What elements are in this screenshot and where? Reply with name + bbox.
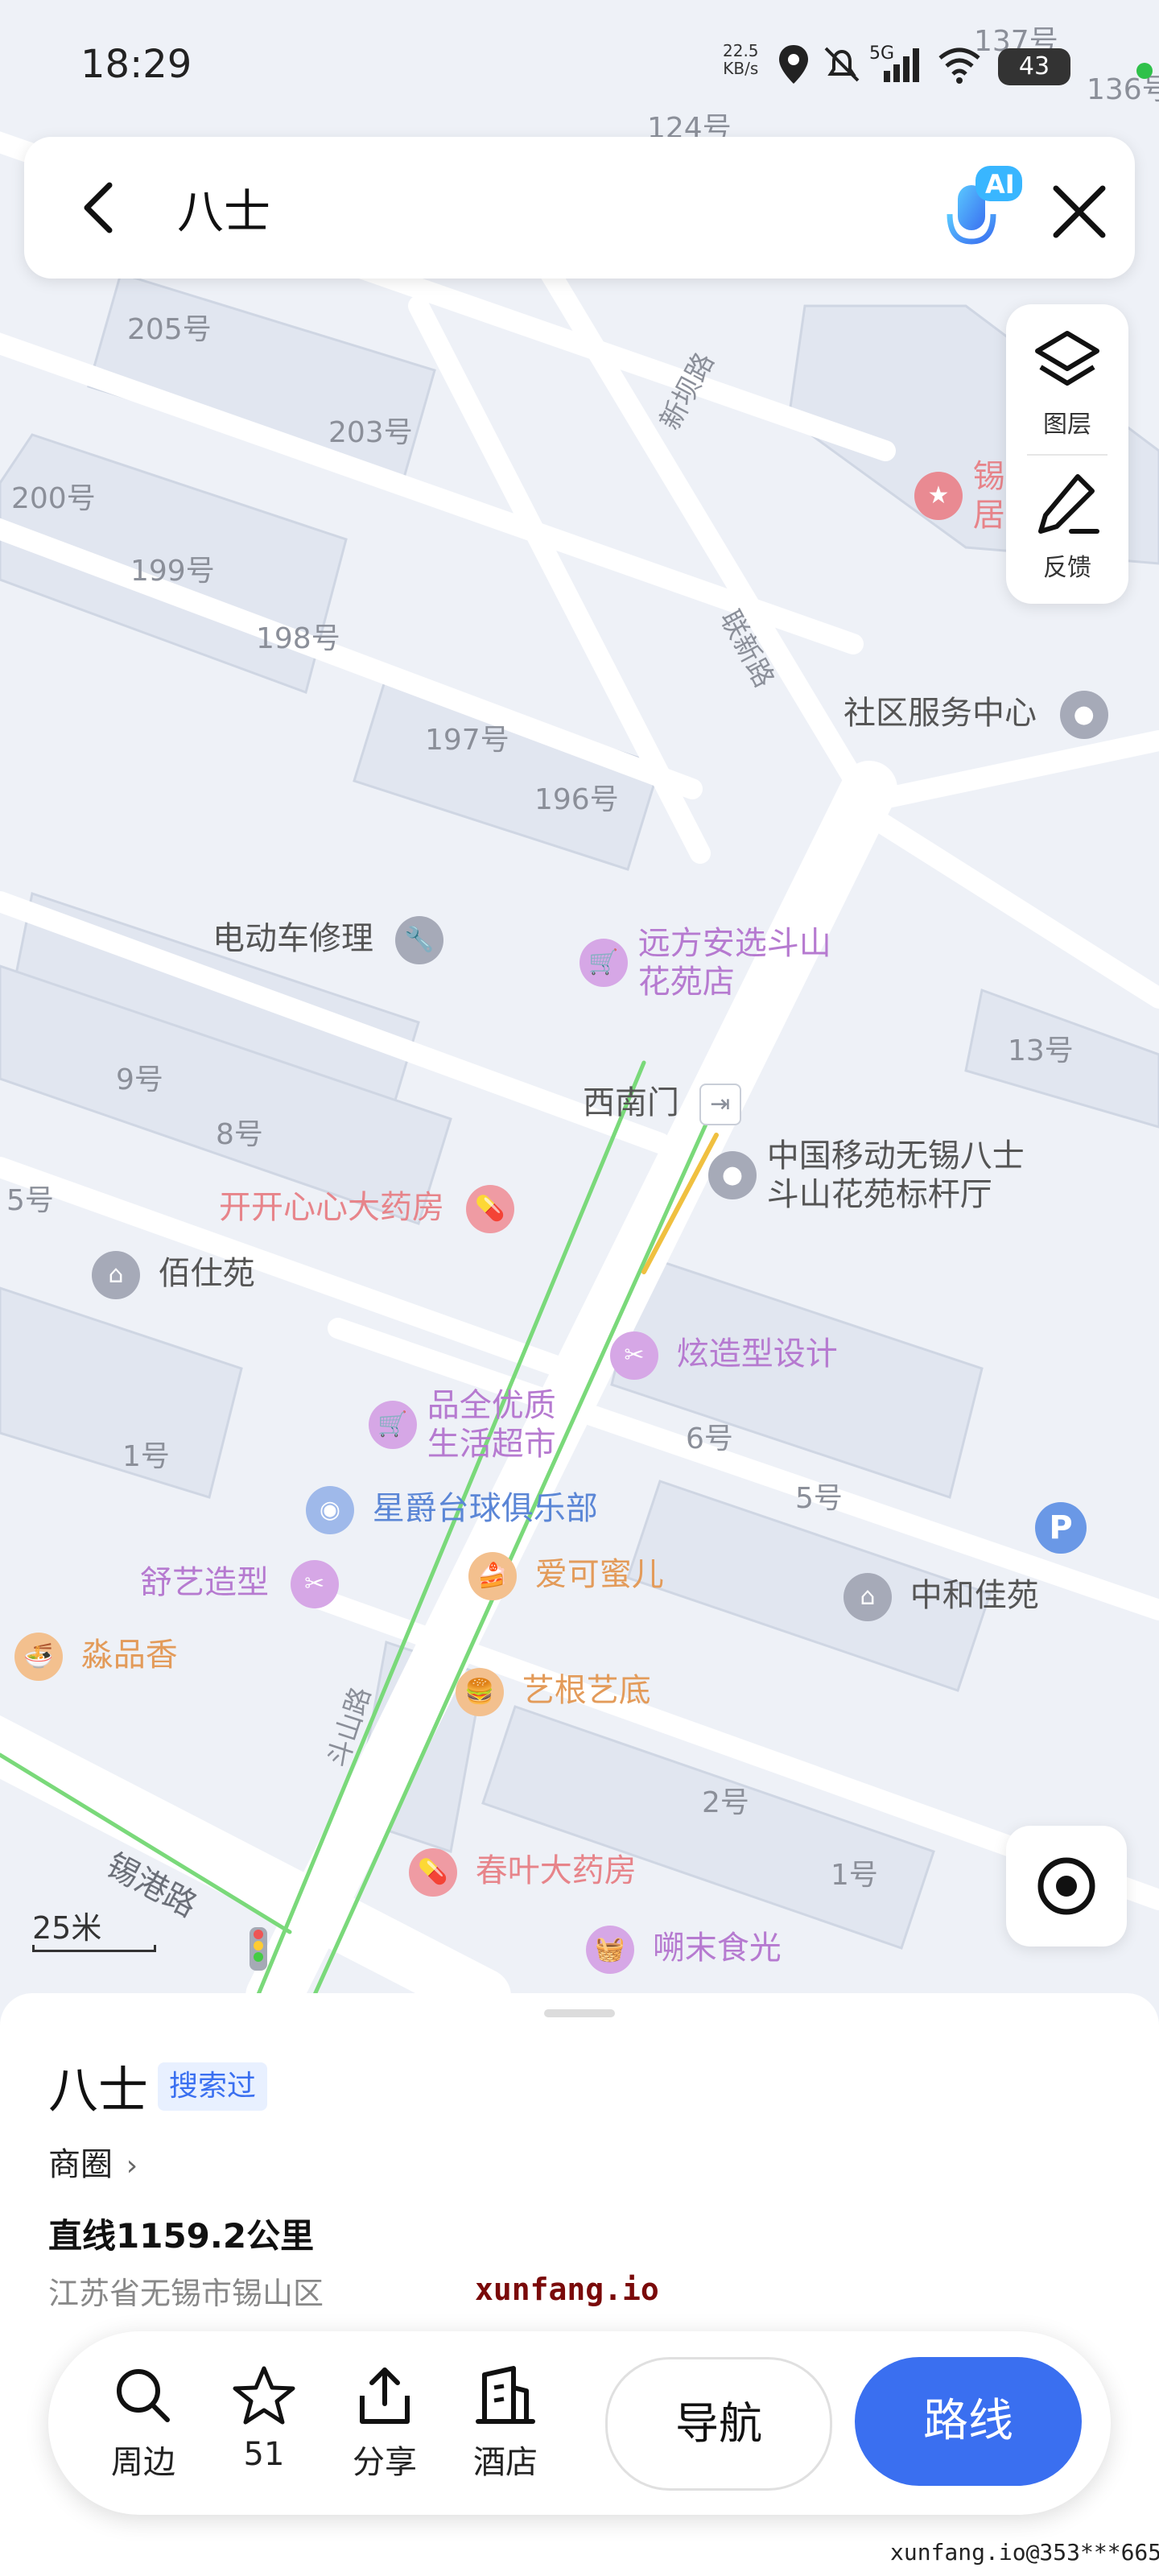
target-icon bbox=[1037, 1857, 1095, 1915]
poi-baishi-yuan[interactable]: ⌂ 佰仕苑 bbox=[92, 1251, 255, 1299]
house-number: 199号 bbox=[130, 555, 215, 588]
locate-me-button[interactable] bbox=[1006, 1826, 1127, 1946]
scale-bar: 25米 bbox=[32, 1903, 156, 1952]
place-title: 八士 bbox=[48, 2061, 149, 2120]
billiards-icon: ◉ bbox=[306, 1486, 354, 1534]
circle-icon: ● bbox=[708, 1151, 757, 1199]
search-bar[interactable]: 八士 AI bbox=[24, 137, 1135, 279]
house-number: 8号 bbox=[216, 1118, 263, 1151]
wifi-icon bbox=[938, 47, 980, 84]
bell-muted-icon bbox=[824, 47, 860, 82]
search-icon bbox=[117, 2369, 170, 2422]
map-view[interactable]: 137号 136号 124号 205号 203号 200号 199号 198号 … bbox=[0, 0, 1159, 1996]
poi-china-mobile[interactable]: ● 中国移动无锡八士斗山花苑标杆厅 bbox=[708, 1137, 1049, 1214]
pill-icon: 💊 bbox=[409, 1848, 457, 1897]
building-icon: ⌂ bbox=[92, 1251, 140, 1299]
scissors-icon: ✂ bbox=[610, 1331, 658, 1380]
star-icon: ★ bbox=[914, 472, 963, 520]
parking-icon[interactable]: P bbox=[1035, 1502, 1087, 1554]
address-text: 江苏省无锡市锡山区 bbox=[48, 2276, 324, 2311]
clock: 18:29 bbox=[80, 42, 192, 87]
drag-handle[interactable] bbox=[544, 2009, 615, 2017]
back-arrow-icon[interactable] bbox=[69, 177, 130, 238]
cake-icon: 🍰 bbox=[468, 1552, 517, 1600]
signal-icon bbox=[884, 48, 919, 82]
privacy-dot bbox=[1136, 63, 1153, 79]
food-icon: 🍜 bbox=[14, 1633, 63, 1681]
cart-icon: 🛒 bbox=[369, 1401, 417, 1449]
battery-icon: 43 bbox=[998, 48, 1070, 85]
hotel-icon bbox=[476, 2366, 535, 2424]
pencil-icon bbox=[1038, 474, 1099, 534]
poi-chunye-pharmacy[interactable]: 💊 春叶大药房 bbox=[409, 1848, 637, 1897]
layers-button[interactable]: 图层 bbox=[1006, 325, 1128, 440]
house-number: 196号 bbox=[534, 783, 619, 816]
map-tools-panel: 图层 反馈 bbox=[1006, 304, 1128, 604]
action-bar: 周边 51 分享 酒店 导航 路线 bbox=[48, 2331, 1111, 2515]
poi-xingjue-billiards[interactable]: ◉ 星爵台球俱乐部 bbox=[306, 1486, 598, 1534]
poi-aike-dessert[interactable]: 🍰 爱可蜜儿 bbox=[468, 1552, 664, 1600]
house-number: 6号 bbox=[686, 1422, 733, 1455]
house-number: 200号 bbox=[11, 482, 96, 515]
house-number: 9号 bbox=[116, 1063, 163, 1096]
star-icon bbox=[233, 2366, 295, 2425]
watermark: xunfang.io bbox=[475, 2272, 659, 2307]
layers-icon bbox=[1035, 331, 1099, 386]
net-speed: 22.5 KB/s bbox=[723, 41, 759, 78]
wrench-icon: 🔧 bbox=[394, 916, 443, 964]
scissors-icon: ✂ bbox=[290, 1560, 339, 1608]
pill-icon: 💊 bbox=[465, 1185, 514, 1233]
poi-zhonghe-jiayuan[interactable]: ⌂ 中和佳苑 bbox=[843, 1573, 1039, 1621]
nearby-button[interactable]: 周边 bbox=[95, 2363, 192, 2483]
searched-badge: 搜索过 bbox=[158, 2062, 268, 2111]
divider bbox=[1027, 454, 1107, 456]
footer-watermark: xunfang.io@353***665 bbox=[890, 2539, 1159, 2566]
poi-southwest-gate[interactable]: 西南门 ⇥ bbox=[583, 1084, 741, 1125]
basket-icon: 🧺 bbox=[586, 1926, 634, 1974]
house-number: 203号 bbox=[328, 416, 413, 449]
poi-ebike-repair[interactable]: 电动车修理 🔧 bbox=[212, 916, 443, 964]
house-number: 5号 bbox=[6, 1184, 54, 1217]
scale-line bbox=[32, 1945, 156, 1952]
ai-badge: AI bbox=[985, 169, 1015, 200]
house-number: 13号 bbox=[1008, 1034, 1074, 1067]
circle-icon: ● bbox=[1059, 691, 1108, 739]
poi-xuanzao-salon[interactable]: ✂ 炫造型设计 bbox=[610, 1331, 838, 1380]
poi-kaixin-pharmacy[interactable]: 开开心心大药房 💊 bbox=[219, 1185, 514, 1233]
hotel-button[interactable]: 酒店 bbox=[457, 2363, 554, 2483]
house-number: 197号 bbox=[425, 724, 509, 757]
poi-shuzhi-salon[interactable]: 舒艺造型 ✂ bbox=[140, 1560, 339, 1608]
house-number: 1号 bbox=[831, 1859, 878, 1892]
status-bar: 18:29 22.5 KB/s 5G 43 bbox=[0, 0, 1159, 137]
ai-voice-button[interactable]: AI bbox=[926, 161, 1030, 266]
share-button[interactable]: 分享 bbox=[336, 2363, 433, 2483]
poi-community-center[interactable]: 社区服务中心 ● bbox=[843, 691, 1108, 739]
house-number: 2号 bbox=[702, 1786, 749, 1819]
route-button[interactable]: 路线 bbox=[855, 2357, 1082, 2486]
feedback-button[interactable]: 反馈 bbox=[1006, 469, 1128, 583]
burger-icon: 🍔 bbox=[456, 1668, 504, 1716]
door-icon: ⇥ bbox=[699, 1084, 741, 1125]
favorite-button[interactable]: 51 bbox=[216, 2363, 312, 2473]
navigate-button[interactable]: 导航 bbox=[605, 2357, 832, 2491]
poi-yuanfang-store[interactable]: 🛒 远方安选斗山花苑店 bbox=[580, 924, 839, 1001]
chevron-right-icon: › bbox=[126, 2149, 138, 2182]
house-number: 205号 bbox=[127, 313, 212, 346]
poi-miaopin-xiang[interactable]: 🍜 淼品香 bbox=[14, 1633, 178, 1681]
poi-pinquan-market[interactable]: 🛒 品全优质生活超市 bbox=[369, 1386, 572, 1463]
share-icon bbox=[360, 2368, 410, 2424]
house-number: 1号 bbox=[122, 1440, 170, 1473]
close-icon[interactable] bbox=[1046, 179, 1112, 245]
search-query[interactable]: 八士 bbox=[177, 174, 270, 242]
poi-mingmo-food[interactable]: 🧺 嗍末食光 bbox=[586, 1926, 782, 1974]
house-number: 198号 bbox=[256, 622, 340, 655]
poi-zhigen-restaurant[interactable]: 🍔 艺根艺底 bbox=[456, 1668, 651, 1716]
place-category[interactable]: 商圈 › bbox=[48, 2138, 138, 2185]
house-number: 5号 bbox=[795, 1482, 843, 1515]
traffic-light-icon bbox=[250, 1927, 267, 1971]
cart-icon: 🛒 bbox=[580, 939, 628, 987]
building-icon: ⌂ bbox=[843, 1573, 892, 1621]
distance-text: 直线1159.2公里 bbox=[48, 2216, 315, 2256]
location-icon bbox=[779, 45, 808, 84]
